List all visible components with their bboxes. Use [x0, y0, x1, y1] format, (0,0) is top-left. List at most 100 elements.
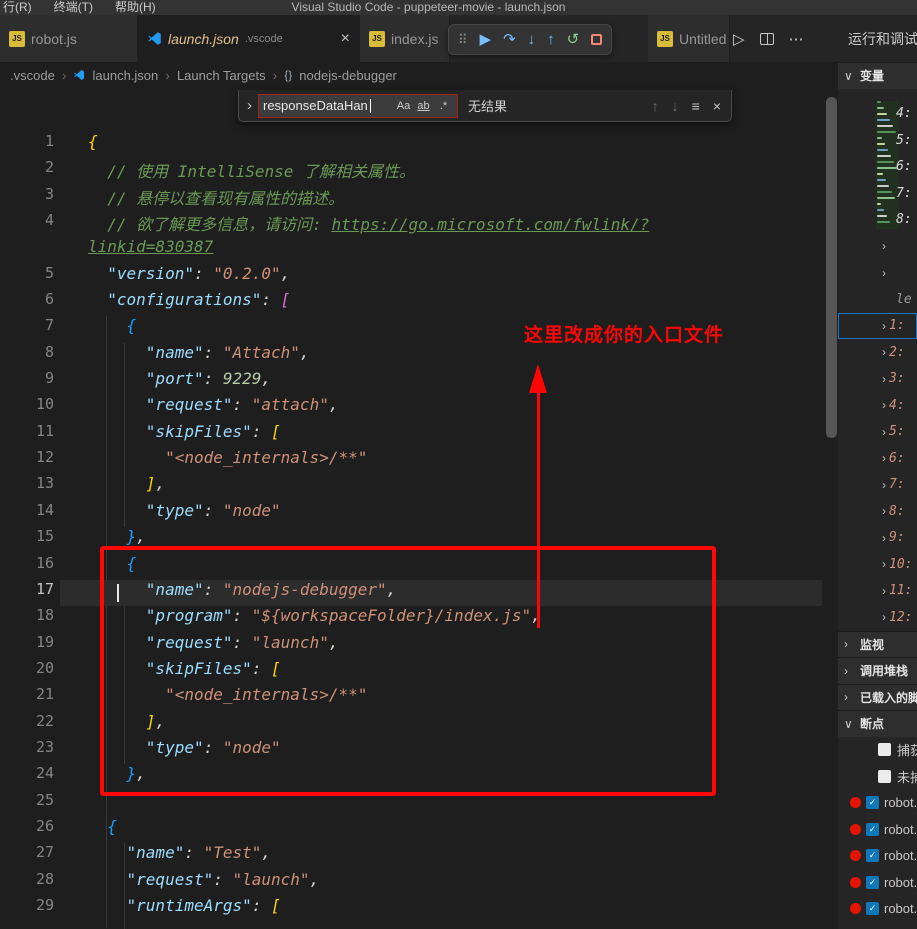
- line-number[interactable]: 7: [0, 316, 68, 342]
- drag-handle-icon[interactable]: ⠿: [458, 32, 468, 47]
- line-number[interactable]: 13: [0, 474, 68, 500]
- variable-index-row[interactable]: ›2:: [838, 339, 917, 366]
- code-line[interactable]: ],: [60, 474, 822, 500]
- checkbox-unchecked[interactable]: [878, 743, 891, 756]
- breadcrumb-launch-targets[interactable]: Launch Targets: [177, 68, 266, 83]
- variable-index-row[interactable]: ›12:: [838, 604, 917, 631]
- close-icon[interactable]: ×: [341, 31, 350, 47]
- variable-index-row[interactable]: ›3:: [838, 366, 917, 393]
- variable-index-row[interactable]: ›11:: [838, 578, 917, 605]
- code-line[interactable]: "version": "0.2.0",: [60, 264, 822, 290]
- regex-toggle[interactable]: .*: [434, 96, 453, 115]
- breakpoint-row[interactable]: ✓robot.js: [838, 896, 917, 923]
- checkbox-unchecked[interactable]: [878, 770, 891, 783]
- tab-launch-json[interactable]: launch.json .vscode ×: [138, 15, 360, 62]
- line-number[interactable]: 16: [0, 554, 68, 580]
- find-expand-chevron-icon[interactable]: ›: [247, 97, 252, 114]
- variable-row[interactable]: 7:: [838, 180, 917, 207]
- variable-index-row[interactable]: ›9:: [838, 525, 917, 552]
- sidebar-section-header[interactable]: ›监视: [838, 631, 917, 658]
- next-match-button[interactable]: ↓: [672, 98, 679, 114]
- menu-run[interactable]: 行(R): [3, 0, 32, 15]
- line-number[interactable]: 18: [0, 606, 68, 632]
- line-number[interactable]: 25: [0, 791, 68, 817]
- line-number[interactable]: 29: [0, 896, 68, 922]
- breakpoint-filter-row[interactable]: 捕获的异常: [838, 737, 917, 764]
- step-out-button[interactable]: ↑: [547, 32, 555, 47]
- search-input[interactable]: responseDataHan Aa ab .*: [258, 94, 458, 118]
- code-line[interactable]: "runtimeArgs": [: [60, 896, 822, 922]
- checkbox-checked[interactable]: ✓: [866, 902, 879, 915]
- line-number[interactable]: 22: [0, 712, 68, 738]
- variable-index-row[interactable]: ›7:: [838, 472, 917, 499]
- variable-index-row[interactable]: ›4:: [838, 392, 917, 419]
- line-number[interactable]: 26: [0, 817, 68, 843]
- tab-index-js[interactable]: JS index.js: [360, 15, 450, 62]
- variable-index-row[interactable]: ›1:: [838, 313, 917, 340]
- line-number[interactable]: 21: [0, 685, 68, 711]
- line-number[interactable]: 8: [0, 343, 68, 369]
- line-number[interactable]: [0, 237, 68, 263]
- breadcrumb-nodejs-debugger[interactable]: nodejs-debugger: [299, 68, 397, 83]
- find-in-selection-button[interactable]: ≡: [692, 98, 700, 114]
- variable-row[interactable]: 4:: [838, 101, 917, 128]
- continue-button[interactable]: ▶: [480, 32, 492, 47]
- variable-index-row[interactable]: ›6:: [838, 445, 917, 472]
- previous-match-button[interactable]: ↑: [652, 98, 659, 114]
- variable-index-row[interactable]: ›5:: [838, 419, 917, 446]
- line-number[interactable]: 4: [0, 211, 68, 237]
- code-line[interactable]: // 欲了解更多信息，请访问: https://go.microsoft.com…: [60, 211, 822, 237]
- breakpoint-row[interactable]: ✓robot.js: [838, 790, 917, 817]
- line-number[interactable]: 15: [0, 527, 68, 553]
- line-number[interactable]: 9: [0, 369, 68, 395]
- line-number[interactable]: 17: [0, 580, 68, 606]
- sidebar-section-header[interactable]: ›已载入的脚本: [838, 684, 917, 711]
- tree-item[interactable]: ›: [838, 233, 917, 260]
- sidebar-section-header[interactable]: ∨断点: [838, 710, 917, 737]
- checkbox-checked[interactable]: ✓: [866, 849, 879, 862]
- code-line[interactable]: {: [60, 132, 822, 158]
- tree-item[interactable]: le: [838, 286, 917, 313]
- variable-row[interactable]: 5:: [838, 127, 917, 154]
- vertical-scrollbar[interactable]: [826, 97, 837, 438]
- code-line[interactable]: "name": "Test",: [60, 843, 822, 869]
- code-line[interactable]: "port": 9229,: [60, 369, 822, 395]
- run-button[interactable]: ▷: [733, 30, 745, 48]
- line-number[interactable]: 1: [0, 132, 68, 158]
- breakpoint-filter-row[interactable]: 未捕获的异常: [838, 763, 917, 790]
- line-number[interactable]: 5: [0, 264, 68, 290]
- line-number[interactable]: 10: [0, 395, 68, 421]
- breakpoint-row[interactable]: ✓robot.js: [838, 869, 917, 896]
- breadcrumb-launch-json[interactable]: launch.json: [92, 68, 158, 83]
- code-line[interactable]: // 悬停以查看现有属性的描述。: [60, 185, 822, 211]
- line-number[interactable]: 19: [0, 633, 68, 659]
- menu-help[interactable]: 帮助(H): [115, 0, 156, 15]
- breakpoint-row[interactable]: ✓robot.js: [838, 843, 917, 870]
- breadcrumb-vscode[interactable]: .vscode: [10, 68, 55, 83]
- breakpoint-row[interactable]: ✓robot.js: [838, 816, 917, 843]
- line-number[interactable]: 11: [0, 422, 68, 448]
- split-editor-button[interactable]: [760, 33, 774, 45]
- tab-untitled[interactable]: JS Untitled: [648, 15, 730, 62]
- code-line[interactable]: "type": "node": [60, 501, 822, 527]
- tab-robot-js[interactable]: JS robot.js: [0, 15, 138, 62]
- line-number[interactable]: 12: [0, 448, 68, 474]
- code-line[interactable]: linkid=830387: [60, 237, 822, 263]
- code-line[interactable]: "configurations": [: [60, 290, 822, 316]
- whole-word-toggle[interactable]: ab: [414, 96, 433, 115]
- variable-row[interactable]: 8:: [838, 207, 917, 234]
- line-number[interactable]: 20: [0, 659, 68, 685]
- step-over-button[interactable]: ↷: [503, 32, 516, 47]
- checkbox-checked[interactable]: ✓: [866, 823, 879, 836]
- code-line[interactable]: "skipFiles": [: [60, 422, 822, 448]
- line-number[interactable]: 14: [0, 501, 68, 527]
- code-line[interactable]: "request": "attach",: [60, 395, 822, 421]
- line-number[interactable]: 28: [0, 870, 68, 896]
- line-number[interactable]: 6: [0, 290, 68, 316]
- restart-button[interactable]: ↺: [567, 32, 580, 47]
- code-line[interactable]: {: [60, 817, 822, 843]
- checkbox-checked[interactable]: ✓: [866, 876, 879, 889]
- line-number[interactable]: 2: [0, 158, 68, 184]
- line-number[interactable]: 24: [0, 764, 68, 790]
- stop-button[interactable]: [591, 34, 602, 45]
